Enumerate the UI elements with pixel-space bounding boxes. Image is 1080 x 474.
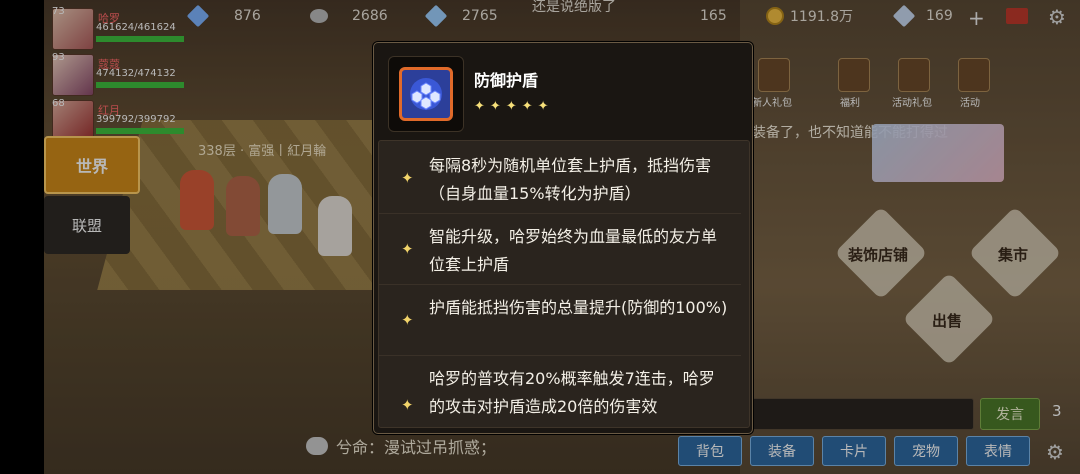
description-row: ✦ 每隔8秒为随机单位套上护盾，抵挡伤害（自身血量15%转化为护盾） — [379, 147, 741, 214]
skill-name: 防御护盾 — [474, 71, 539, 90]
skill-tooltip: 防御护盾 ✦ ✦ ✦ ✦ ✦ ✦ 每隔8秒为随机单位套上护盾，抵挡伤害（自身血量15%转… — [373, 42, 753, 434]
skill-descriptions: ✦ 每隔8秒为随机单位套上护盾，抵挡伤害（自身血量15%转化为护盾） ✦ 智能升… — [378, 140, 750, 428]
star-rating: ✦ ✦ ✦ ✦ ✦ — [474, 99, 549, 114]
description-text: 哈罗的普攻有20%概率触发7连击，哈罗的攻击对护盾造成20倍的伤害效 — [429, 369, 715, 416]
skill-icon-frame — [388, 56, 464, 132]
sparkle-icon: ✦ — [401, 240, 414, 258]
star-icon: ✦ — [521, 99, 533, 114]
description-row: ✦ 智能升级，哈罗始终为血量最低的友方单位套上护盾 — [379, 218, 741, 285]
star-icon: ✦ — [489, 99, 501, 114]
description-text: 智能升级，哈罗始终为血量最低的友方单位套上护盾 — [429, 227, 718, 274]
description-row: ✦ 哈罗的普攻有20%概率触发7连击，哈罗的攻击对护盾造成20倍的伤害效 — [379, 360, 741, 426]
description-row: ✦ 护盾能抵挡伤害的总量提升(防御的100%) — [379, 289, 741, 356]
sparkle-icon: ✦ — [401, 311, 414, 329]
star-icon: ✦ — [505, 99, 517, 114]
shield-icon — [399, 67, 453, 121]
tooltip-header: 防御护盾 ✦ ✦ ✦ ✦ ✦ — [374, 43, 752, 139]
star-icon: ✦ — [537, 99, 549, 114]
description-text: 每隔8秒为随机单位套上护盾，抵挡伤害（自身血量15%转化为护盾） — [429, 156, 712, 203]
star-icon: ✦ — [474, 99, 485, 114]
description-text: 护盾能抵挡伤害的总量提升(防御的100%) — [429, 298, 728, 317]
sparkle-icon: ✦ — [401, 169, 414, 187]
sparkle-icon: ✦ — [401, 396, 414, 414]
